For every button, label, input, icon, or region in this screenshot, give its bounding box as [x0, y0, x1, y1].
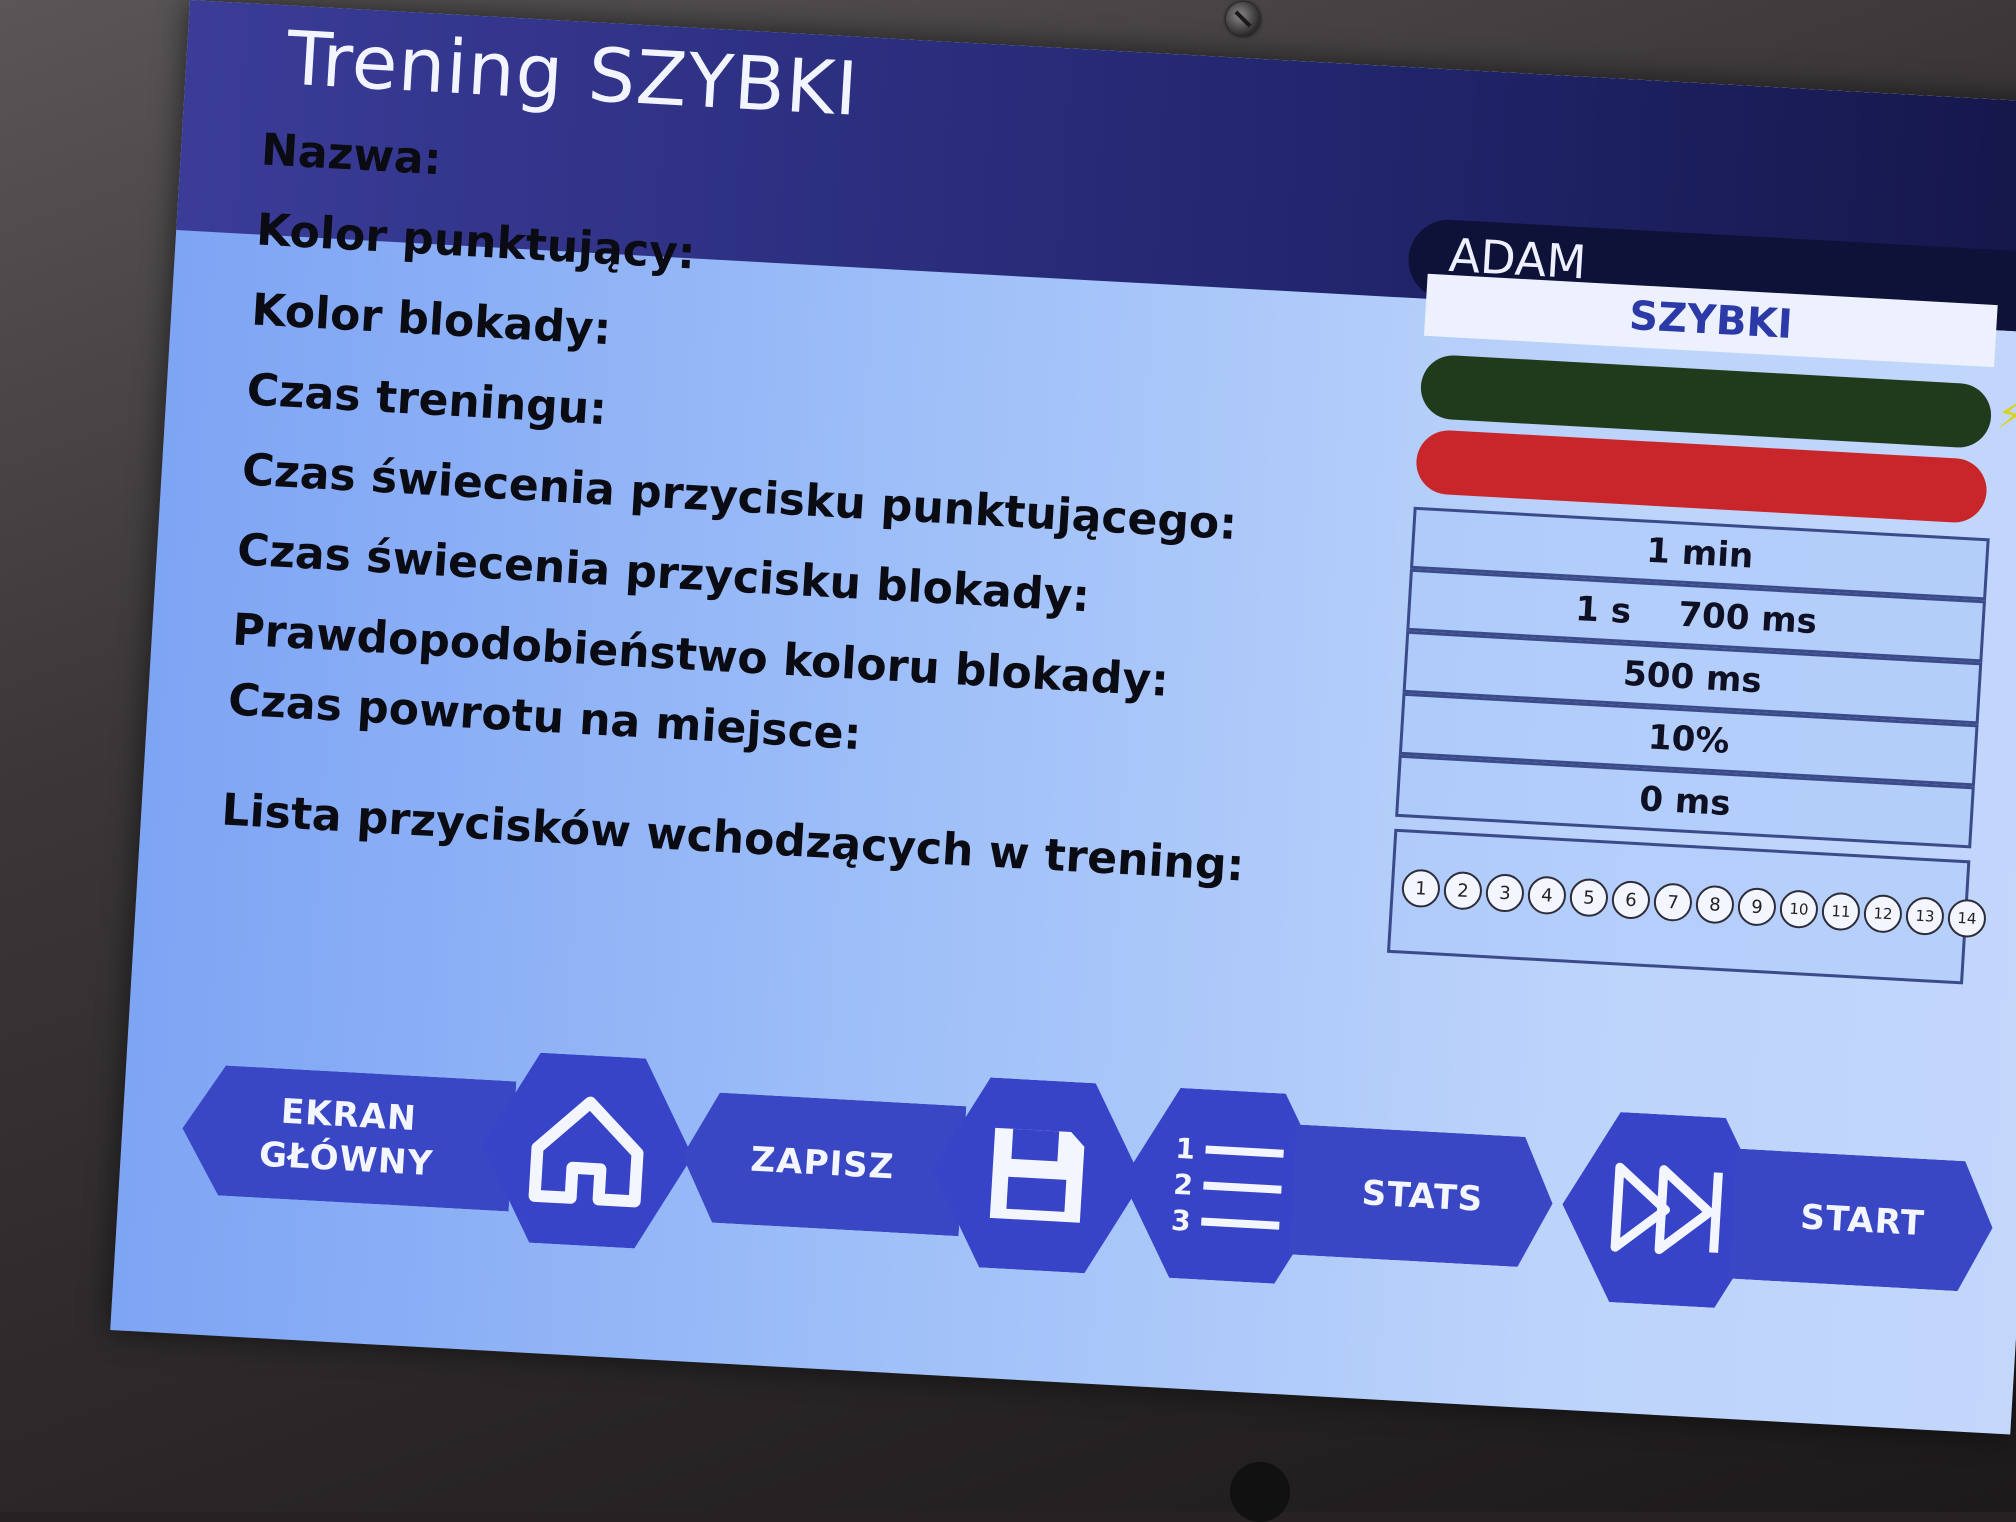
page-title: Trening SZYBKI: [284, 15, 861, 133]
svg-text:3: 3: [1170, 1204, 1191, 1238]
button-toggle-13[interactable]: 13: [1904, 896, 1946, 937]
button-toggle-12[interactable]: 12: [1862, 893, 1904, 934]
device-hole: [1230, 1462, 1290, 1522]
button-toggle-5[interactable]: 5: [1568, 877, 1610, 918]
home-button-label: EKRAN GŁÓWNY: [179, 1063, 517, 1211]
button-toggle-10[interactable]: 10: [1778, 889, 1820, 930]
screw-icon: [1226, 2, 1260, 36]
button-toggle-9[interactable]: 9: [1736, 886, 1778, 927]
home-icon: [477, 1050, 698, 1252]
label-training-time: Czas treningu:: [245, 364, 609, 436]
floppy-disk-icon: [927, 1075, 1148, 1277]
button-list: 1 2 3 4 5 6 7 8 9 10 11 12 13 14: [1400, 868, 1988, 939]
button-toggle-6[interactable]: 6: [1610, 879, 1652, 920]
home-label-line-1: EKRAN: [279, 1091, 418, 1140]
save-button-label: ZAPISZ: [679, 1091, 967, 1236]
lightning-icon: ⚡: [1995, 392, 2016, 438]
stats-button-label: STATS: [1289, 1124, 1557, 1268]
home-label-line-2: GŁÓWNY: [257, 1134, 435, 1185]
start-button-label: START: [1729, 1149, 1997, 1293]
button-toggle-2[interactable]: 2: [1442, 870, 1484, 911]
label-block-light-time: Czas świecenia przycisku blokady:: [235, 524, 1092, 623]
button-toggle-1[interactable]: 1: [1400, 868, 1442, 909]
button-toggle-7[interactable]: 7: [1652, 882, 1694, 923]
touch-screen: Trening SZYBKI ADAM Nazwa: Kolor punktuj…: [110, 0, 2016, 1435]
label-button-list: Lista przycisków wchodzących w trening:: [220, 784, 1246, 892]
button-toggle-4[interactable]: 4: [1526, 875, 1568, 916]
label-block-color: Kolor blokady:: [250, 284, 613, 356]
button-toggle-3[interactable]: 3: [1484, 872, 1526, 914]
button-toggle-11[interactable]: 11: [1820, 891, 1862, 932]
svg-text:1: 1: [1175, 1132, 1196, 1166]
button-list-field: 1 2 3 4 5 6 7 8 9 10 11 12 13 14: [1386, 828, 1988, 985]
label-return-time: Czas powrotu na miejsce:: [226, 674, 863, 761]
label-name: Nazwa:: [259, 124, 443, 186]
svg-text:2: 2: [1172, 1168, 1193, 1202]
button-toggle-8[interactable]: 8: [1694, 884, 1736, 925]
button-toggle-14[interactable]: 14: [1946, 898, 1988, 939]
